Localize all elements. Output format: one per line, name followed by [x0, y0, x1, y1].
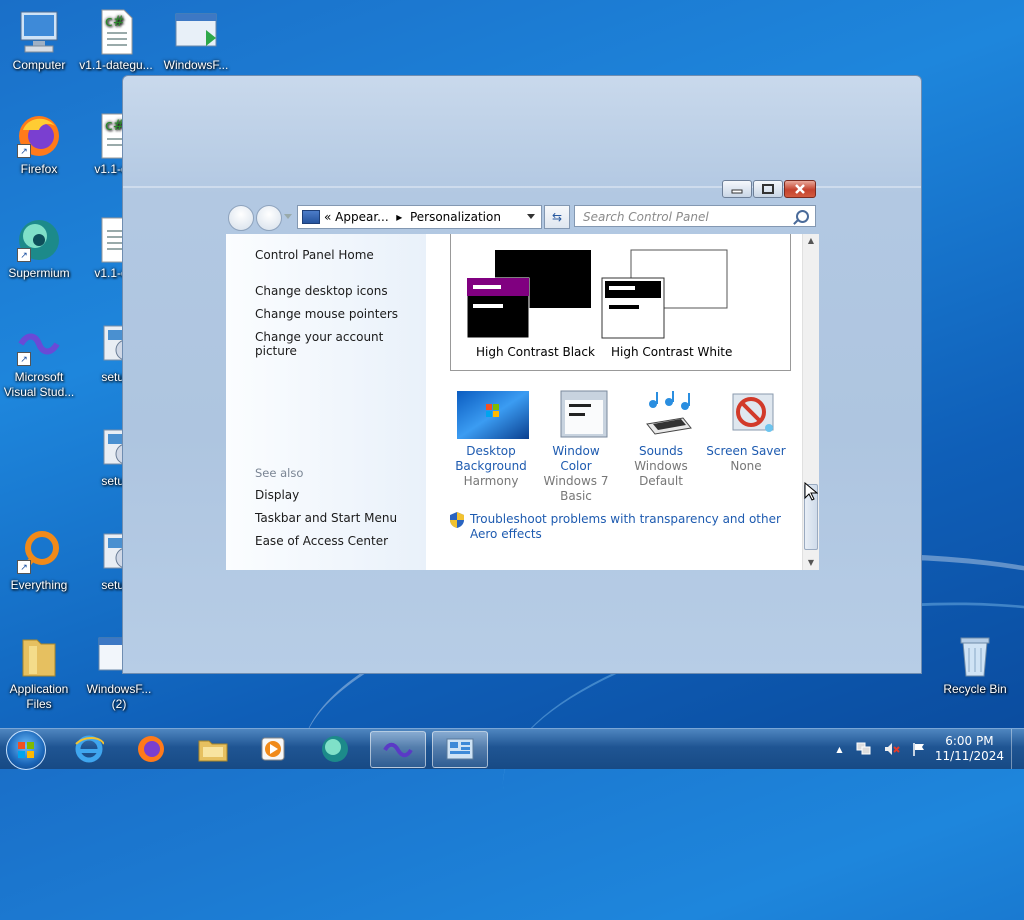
shortcut-arrow-icon: ↗ [17, 144, 31, 158]
scroll-up-icon[interactable]: ▲ [806, 236, 816, 246]
minimize-button[interactable] [722, 180, 752, 198]
taskbar-control-panel[interactable] [432, 731, 488, 768]
shortcut-arrow-icon: ↗ [17, 248, 31, 262]
start-button[interactable] [6, 730, 46, 770]
refresh-icon: ⇆ [551, 210, 563, 224]
visual-studio-icon [383, 742, 413, 757]
notification-area: ▲ [836, 741, 926, 756]
theme-high-contrast-white[interactable] [601, 248, 731, 343]
breadcrumb-personalization[interactable]: Personalization [410, 210, 501, 224]
show-desktop-button[interactable] [1011, 729, 1024, 769]
vertical-scrollbar[interactable]: ▲ ▼ [802, 234, 819, 570]
show-hidden-icons-chevron[interactable]: ▲ [836, 745, 842, 754]
back-button[interactable] [228, 205, 254, 231]
refresh-button[interactable]: ⇆ [544, 205, 570, 229]
clock[interactable]: 6:00 PM 11/11/2024 [935, 734, 1004, 764]
scroll-down-icon[interactable]: ▼ [806, 558, 816, 568]
taskbar-firefox[interactable] [124, 731, 178, 766]
search-icon [796, 210, 809, 223]
taskbar-visual-studio[interactable] [370, 731, 426, 768]
desktop-icon-windowsf[interactable]: WindowsF... [157, 8, 235, 73]
supermium-icon [322, 735, 348, 762]
address-bar[interactable]: « Appear... ▸ Personalization [297, 205, 542, 229]
close-icon [795, 184, 805, 194]
troubleshoot-aero-link[interactable]: Troubleshoot problems with transparency … [450, 512, 790, 542]
firefox-icon: ↗ [15, 112, 63, 160]
navigation-bar: « Appear... ▸ Personalization ⇆ Search C… [226, 204, 818, 232]
screen-saver-setting[interactable]: Screen Saver None [706, 390, 786, 474]
sounds-setting[interactable]: Sounds Windows Default [621, 390, 701, 489]
shield-icon [450, 512, 464, 528]
media-player-icon [261, 737, 285, 760]
folder-icon [15, 632, 63, 680]
mouse-cursor-icon [804, 482, 818, 501]
ease-of-access-link[interactable]: Ease of Access Center [255, 534, 388, 548]
internet-explorer-icon [75, 735, 104, 762]
change-account-picture-link[interactable]: Change your account picture [255, 330, 426, 358]
application-window-icon [172, 8, 220, 56]
supermium-icon: ↗ [15, 216, 63, 264]
taskbar-internet-explorer[interactable] [62, 731, 116, 766]
caption-buttons [722, 180, 816, 198]
maximize-button[interactable] [753, 180, 783, 198]
personalization-window[interactable]: « Appear... ▸ Personalization ⇆ Search C… [226, 176, 819, 570]
firefox-icon [138, 735, 164, 762]
change-mouse-pointers-link[interactable]: Change mouse pointers [255, 307, 398, 321]
sounds-icon [645, 391, 692, 435]
theme-high-contrast-black[interactable] [465, 248, 591, 343]
taskbar-media-player[interactable] [246, 731, 300, 766]
computer-icon [15, 8, 63, 56]
csharp-file-icon: c# [92, 8, 140, 56]
window-color-icon [560, 390, 607, 438]
taskbar-supermium[interactable] [308, 731, 362, 766]
maximize-icon [762, 184, 774, 194]
taskbar: ▲ 6:00 PM 11/11/2024 [0, 728, 1024, 770]
control-panel-icon [446, 738, 474, 759]
change-desktop-icons-link[interactable]: Change desktop icons [255, 284, 388, 298]
desktop-icon-application-files[interactable]: Application Files [0, 632, 78, 712]
desktop-icon-recycle-bin[interactable]: Recycle Bin [936, 632, 1014, 697]
desktop-background-icon [456, 391, 529, 439]
taskbar-explorer[interactable] [186, 731, 240, 766]
desktop-icon-cs-file[interactable]: c# v1.1-dategu... [77, 8, 155, 73]
desktop-icon-visual-studio[interactable]: ↗ Microsoft Visual Stud... [0, 320, 78, 400]
search-input[interactable]: Search Control Panel [574, 205, 816, 227]
svg-text:c#: c# [105, 14, 124, 30]
everything-search-icon: ↗ [15, 528, 63, 576]
desktop-background-setting[interactable]: Desktop Background Harmony [451, 390, 531, 489]
themes-gallery: High Contrast Black High Contrast White [450, 234, 791, 371]
see-also-heading: See also [255, 466, 304, 480]
network-icon[interactable] [856, 742, 872, 756]
recycle-bin-icon [951, 632, 999, 680]
breadcrumb-appearance[interactable]: Appear... [335, 210, 388, 224]
high-contrast-black-preview [466, 250, 591, 339]
sidebar: Control Panel Home Change desktop icons … [226, 234, 426, 570]
screen-saver-icon [732, 393, 773, 432]
display-link[interactable]: Display [255, 488, 299, 502]
minimize-icon [731, 189, 743, 194]
taskbar-start-menu-link[interactable]: Taskbar and Start Menu [255, 511, 397, 525]
volume-muted-icon[interactable] [884, 742, 900, 756]
visual-studio-icon: ↗ [15, 320, 63, 368]
window-color-setting[interactable]: Window Color Windows 7 Basic [536, 390, 616, 504]
content-pane: High Contrast Black High Contrast White [426, 234, 802, 570]
forward-button[interactable] [256, 205, 282, 231]
recent-pages-chevron-icon[interactable] [284, 214, 292, 220]
shortcut-arrow-icon: ↗ [17, 560, 31, 574]
desktop-icon-computer[interactable]: Computer [0, 8, 78, 73]
action-center-flag-icon[interactable] [912, 742, 926, 756]
control-panel-home-link[interactable]: Control Panel Home [255, 248, 374, 262]
control-panel-icon [302, 210, 320, 224]
high-contrast-white-preview [601, 249, 728, 339]
shortcut-arrow-icon: ↗ [17, 352, 31, 366]
windows-logo-icon [18, 742, 34, 758]
desktop-icon-supermium[interactable]: ↗ Supermium [0, 216, 78, 281]
desktop-icon-firefox[interactable]: ↗ Firefox [0, 112, 78, 177]
close-button[interactable] [784, 180, 816, 198]
address-dropdown-icon[interactable] [527, 214, 535, 220]
folder-icon [198, 740, 228, 761]
desktop-icon-everything[interactable]: ↗ Everything [0, 528, 78, 593]
